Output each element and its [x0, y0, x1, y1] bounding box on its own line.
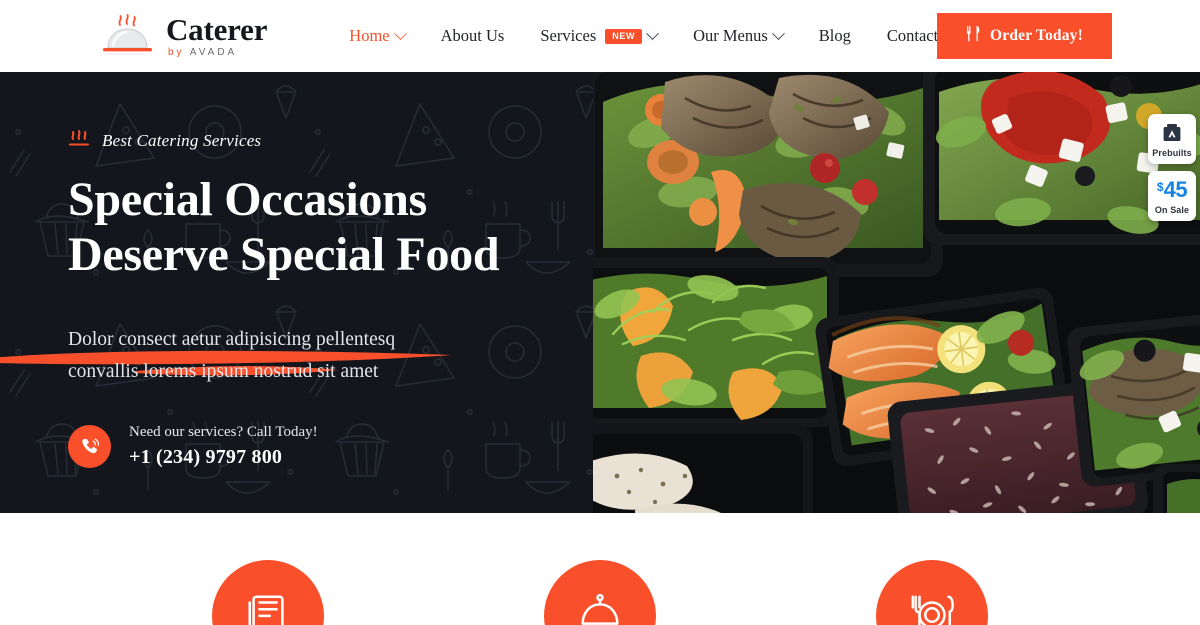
- nav-item-label: About Us: [440, 26, 505, 45]
- hero-call-block[interactable]: Need our services? Call Today! +1 (234) …: [68, 424, 588, 469]
- new-badge: NEW: [605, 28, 643, 44]
- prebuilts-tab-label: Prebuilts: [1152, 148, 1192, 158]
- hero-content: Best Catering Services Special Occasions…: [68, 128, 588, 469]
- nav-item-services[interactable]: Services NEW: [522, 26, 675, 46]
- hot-food-steam-icon: [68, 128, 90, 153]
- cloche-dome-icon: [575, 589, 625, 625]
- logo-tagline-by: by: [168, 47, 185, 58]
- currency-symbol: $: [1156, 180, 1164, 194]
- cloche-steam-icon: [100, 13, 156, 59]
- feature-icon-row: [0, 560, 1200, 625]
- hero-section: Best Catering Services Special Occasions…: [0, 72, 1200, 513]
- nav-item-label: Our Menus: [693, 26, 768, 45]
- site-logo[interactable]: Caterer by AVADA: [100, 13, 267, 59]
- feature-item-cloche-dome[interactable]: [544, 560, 656, 625]
- logo-tagline-name: AVADA: [189, 47, 238, 58]
- hero-headline-line1: Special Occasions: [68, 173, 427, 226]
- hero-description: Dolor consect aetur adipisicing pellente…: [68, 329, 396, 383]
- hero-eyebrow: Best Catering Services: [68, 128, 588, 153]
- on-sale-tab[interactable]: $ 45 On Sale: [1148, 171, 1196, 221]
- nav-item-label: Blog: [818, 26, 851, 45]
- feature-item-menu-book[interactable]: [212, 560, 324, 625]
- logo-tagline: by AVADA: [168, 48, 267, 58]
- prebuilts-tab[interactable]: Prebuilts: [1148, 114, 1196, 164]
- hero-eyebrow-text: Best Catering Services: [102, 130, 262, 150]
- features-section: [0, 513, 1200, 625]
- site-header: Caterer by AVADA Home About Us Services …: [0, 0, 1200, 72]
- nav-item-blog[interactable]: Blog: [801, 26, 869, 46]
- hero-headline-line2: Deserve Special Food: [68, 227, 500, 281]
- logo-name: Caterer: [166, 12, 268, 47]
- nav-item-our-menus[interactable]: Our Menus: [675, 26, 801, 46]
- fork-knife-icon: [966, 25, 981, 47]
- floating-promo-tabs: Prebuilts $ 45 On Sale: [1148, 114, 1196, 221]
- hero-food-photo: [593, 72, 1200, 513]
- hero-call-number[interactable]: +1 (234) 9797 800: [129, 446, 318, 469]
- menu-book-icon: [243, 589, 293, 625]
- chevron-down-icon: [771, 26, 785, 40]
- plate-cutlery-icon: [907, 589, 957, 625]
- nav-item-home[interactable]: Home: [331, 26, 422, 46]
- chevron-down-icon: [646, 26, 659, 40]
- on-sale-label: On Sale: [1154, 205, 1190, 215]
- nav-item-label: Home: [349, 26, 390, 45]
- hero-call-label: Need our services? Call Today!: [129, 423, 318, 440]
- phone-ring-icon: [68, 424, 111, 468]
- main-navigation: Home About Us Services NEW Our Menus Blo…: [331, 26, 956, 46]
- feature-item-plate-cutlery[interactable]: [876, 560, 988, 625]
- nav-item-about-us[interactable]: About Us: [423, 26, 523, 46]
- order-today-button[interactable]: Order Today!: [937, 13, 1112, 59]
- chevron-down-icon: [393, 26, 407, 40]
- sale-price: $ 45: [1156, 177, 1188, 202]
- order-today-label: Order Today!: [990, 27, 1083, 44]
- nav-item-label: Services: [540, 26, 597, 45]
- price-amount: 45: [1163, 177, 1188, 202]
- nav-item-label: Contact: [886, 26, 939, 45]
- avada-prebuilts-icon: [1160, 121, 1184, 145]
- hero-headline: Special Occasions Deserve Special Food: [68, 173, 588, 282]
